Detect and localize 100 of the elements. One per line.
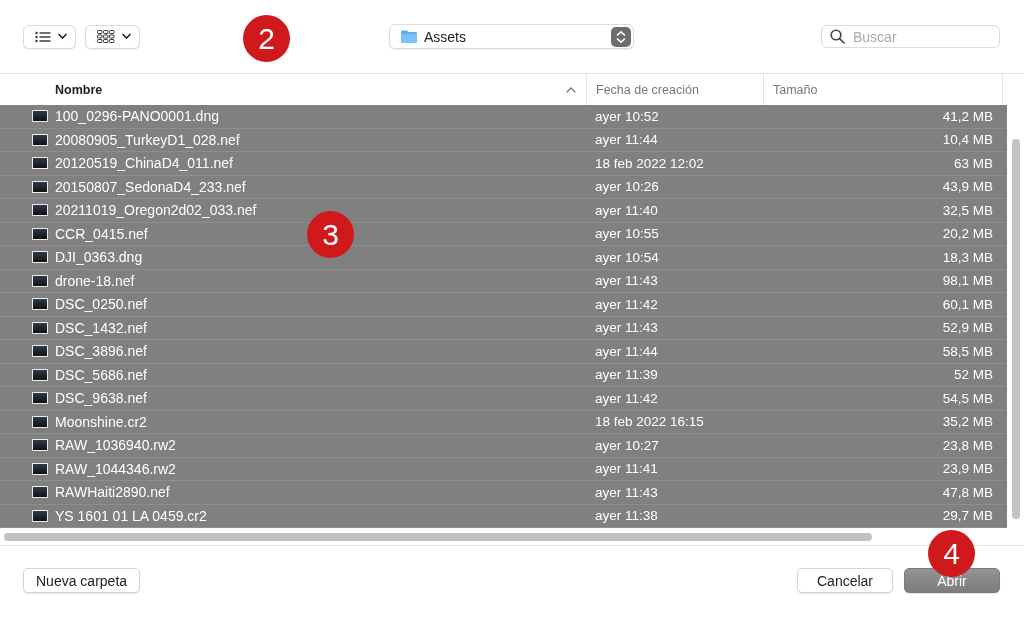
image-thumbnail-icon [32,486,48,499]
file-date: 18 feb 2022 12:02 [595,155,704,171]
file-name: 20120519_ChinaD4_011.nef [55,155,233,172]
file-size: 29,7 MB [942,508,993,524]
file-row[interactable]: drone-18.nef ayer 11:43 98,1 MB [0,269,1007,293]
file-size: 43,9 MB [942,179,993,195]
caret-icon [58,33,67,40]
folder-popup-button[interactable]: Assets [389,24,634,49]
file-date: ayer 11:44 [595,132,658,148]
image-thumbnail-icon [32,415,48,428]
file-row[interactable]: DSC_1432.nef ayer 11:43 52,9 MB [0,316,1007,340]
file-name: 20150807_SedonaD4_233.nef [55,178,246,195]
file-date: ayer 11:41 [595,461,658,477]
file-row[interactable]: RAW_1044346.rw2 ayer 11:41 23,9 MB [0,457,1007,481]
file-row[interactable]: 20211019_Oregon2d02_033.nef ayer 11:40 32,5 MB [0,199,1007,223]
file-row[interactable]: DSC_0250.nef ayer 11:42 60,1 MB [0,293,1007,317]
file-date: ayer 11:42 [595,390,658,406]
image-thumbnail-icon [32,462,48,475]
search-icon [830,29,845,44]
image-thumbnail-icon [32,321,48,334]
file-name: YS 1601 01 LA 0459.cr2 [55,507,207,524]
file-size: 20,2 MB [942,226,993,242]
image-thumbnail-icon [32,204,48,217]
file-size: 32,5 MB [942,202,993,218]
file-name: 20211019_Oregon2d02_033.nef [55,202,257,219]
folder-icon [400,29,418,44]
file-size: 35,2 MB [942,414,993,430]
scrollbar-thumb[interactable] [1011,139,1020,519]
cancel-button[interactable]: Cancelar [797,568,893,593]
file-size: 23,8 MB [942,437,993,453]
image-thumbnail-icon [32,298,48,311]
file-name: RAW_1036940.rw2 [55,437,176,454]
file-name: DJI_0363.dng [55,249,143,266]
file-name: DSC_1432.nef [55,319,147,336]
file-row[interactable]: 20120519_ChinaD4_011.nef 18 feb 2022 12:02 63 MB [0,152,1007,176]
file-name: DSC_0250.nef [55,296,147,313]
file-size: 98,1 MB [942,273,993,289]
file-row[interactable]: 20080905_TurkeyD1_028.nef ayer 11:44 10,4 MB [0,128,1007,152]
file-date: ayer 10:55 [595,226,659,242]
file-size: 58,5 MB [942,343,993,359]
file-date: ayer 11:40 [595,202,658,218]
image-thumbnail-icon [32,180,48,193]
image-thumbnail-icon [32,251,48,264]
open-button[interactable]: Abrir [904,568,1000,593]
image-thumbnail-icon [32,274,48,287]
scrollbar-thumb[interactable] [4,533,872,541]
file-size: 54,5 MB [942,390,993,406]
image-thumbnail-icon [32,345,48,358]
image-thumbnail-icon [32,227,48,240]
file-row[interactable]: 100_0296-PANO0001.dng ayer 10:52 41,2 MB [0,105,1007,129]
list-view-button[interactable] [23,24,76,49]
image-thumbnail-icon [32,439,48,452]
file-size: 23,9 MB [942,461,993,477]
file-row[interactable]: RAW_1036940.rw2 ayer 10:27 23,8 MB [0,434,1007,458]
step-number-badge: 2 [243,15,290,62]
stepper-icon [611,26,631,47]
search-field[interactable]: Buscar [821,25,1000,48]
image-thumbnail-icon [32,110,48,123]
file-name: DSC_3896.nef [55,343,147,360]
file-name: RAW_1044346.rw2 [55,460,176,477]
file-date: ayer 11:44 [595,343,658,359]
file-size: 52 MB [953,367,993,383]
file-row[interactable]: DSC_5686.nef ayer 11:39 52 MB [0,363,1007,387]
file-row[interactable]: DSC_9638.nef ayer 11:42 54,5 MB [0,387,1007,411]
file-size: 10,4 MB [942,132,993,148]
icon-view-button[interactable] [85,24,140,49]
file-date: ayer 11:42 [595,296,658,312]
file-row[interactable]: Moonshine.cr2 18 feb 2022 16:15 35,2 MB [0,410,1007,434]
image-thumbnail-icon [32,509,48,522]
file-row[interactable]: DJI_0363.dng ayer 10:54 18,3 MB [0,246,1007,270]
file-name: drone-18.nef [55,272,135,289]
file-name: DSC_9638.nef [55,390,147,407]
image-thumbnail-icon [32,368,48,381]
file-row[interactable]: YS 1601 01 LA 0459.cr2 ayer 11:38 29,7 MB [0,504,1007,528]
file-date: ayer 11:43 [595,320,658,336]
file-date: ayer 11:43 [595,484,658,500]
sort-ascending-icon [566,86,576,93]
grid-icon [97,29,115,44]
file-size: 60,1 MB [942,296,993,312]
file-name: 100_0296-PANO0001.dng [55,108,219,125]
file-name: CCR_0415.nef [55,225,148,242]
file-row[interactable]: 20150807_SedonaD4_233.nef ayer 10:26 43,9 MB [0,175,1007,199]
caret-icon [122,33,131,40]
file-name: 20080905_TurkeyD1_028.nef [55,131,240,148]
file-date: ayer 11:43 [595,273,658,289]
file-size: 52,9 MB [942,320,993,336]
column-header[interactable]: Nombre [0,74,586,105]
file-size: 47,8 MB [942,484,993,500]
file-row[interactable]: DSC_3896.nef ayer 11:44 58,5 MB [0,340,1007,364]
file-date: 18 feb 2022 16:15 [595,414,704,430]
file-row[interactable]: RAWHaiti2890.nef ayer 11:43 47,8 MB [0,481,1007,505]
file-size: 18,3 MB [942,249,993,265]
file-name: Moonshine.cr2 [55,413,147,430]
file-name: RAWHaiti2890.nef [55,484,170,501]
image-thumbnail-icon [32,157,48,170]
new-folder-button[interactable]: Nueva carpeta [23,568,141,593]
file-size: 41,2 MB [942,108,993,124]
list-icon [35,30,51,43]
file-size: 63 MB [953,155,993,171]
image-thumbnail-icon [32,133,48,146]
